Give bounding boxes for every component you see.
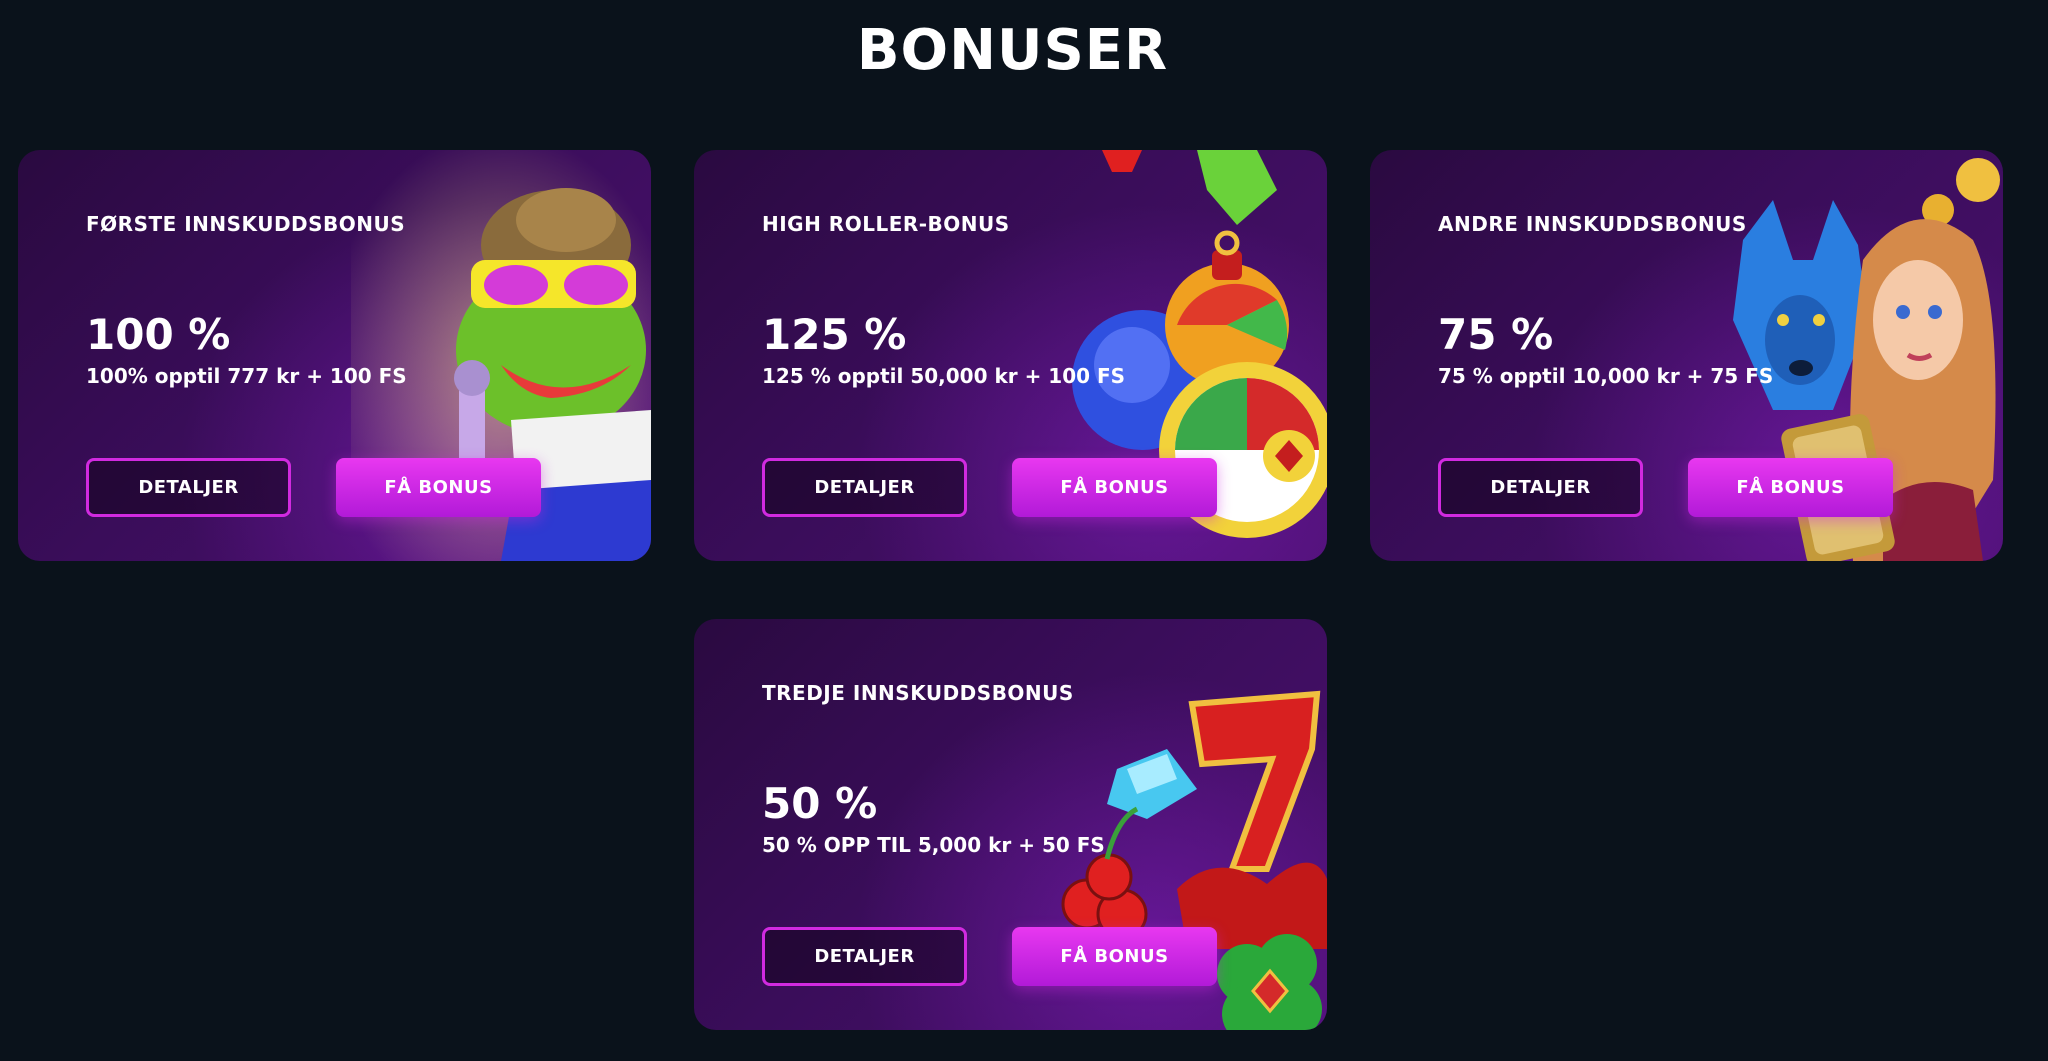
bonus-content: TREDJE INNSKUDDSBONUS 50 % 50 % OPP TIL …: [762, 619, 1322, 1030]
bonus-description: 50 % OPP TIL 5,000 kr + 50 FS: [762, 833, 1105, 857]
page-title: BONUSER: [856, 18, 1169, 83]
bonus-description: 100% opptil 777 kr + 100 FS: [86, 364, 407, 388]
get-bonus-button[interactable]: FÅ BONUS: [1012, 458, 1217, 517]
bonus-description: 125 % opptil 50,000 kr + 100 FS: [762, 364, 1126, 388]
details-button[interactable]: DETALJER: [86, 458, 291, 517]
bonus-name: ANDRE INNSKUDDSBONUS: [1438, 212, 1747, 236]
bonus-name: FØRSTE INNSKUDDSBONUS: [86, 212, 406, 236]
bonus-percent: 75 %: [1438, 310, 1554, 359]
bonus-content: FØRSTE INNSKUDDSBONUS 100 % 100% opptil …: [86, 150, 646, 561]
bonus-percent: 50 %: [762, 779, 878, 828]
details-button[interactable]: DETALJER: [762, 927, 967, 986]
get-bonus-button[interactable]: FÅ BONUS: [1012, 927, 1217, 986]
bonus-card-high-roller: HIGH ROLLER-BONUS 125 % 125 % opptil 50,…: [694, 150, 1327, 561]
bonus-name: TREDJE INNSKUDDSBONUS: [762, 681, 1074, 705]
bonus-name: HIGH ROLLER-BONUS: [762, 212, 1010, 236]
bonus-percent: 125 %: [762, 310, 907, 359]
get-bonus-button[interactable]: FÅ BONUS: [1688, 458, 1893, 517]
get-bonus-button[interactable]: FÅ BONUS: [336, 458, 541, 517]
bonus-content: ANDRE INNSKUDDSBONUS 75 % 75 % opptil 10…: [1438, 150, 1998, 561]
bonus-content: HIGH ROLLER-BONUS 125 % 125 % opptil 50,…: [762, 150, 1322, 561]
details-button[interactable]: DETALJER: [762, 458, 967, 517]
bonus-card-third-deposit: TREDJE INNSKUDDSBONUS 50 % 50 % OPP TIL …: [694, 619, 1327, 1030]
bonus-card-first-deposit: FØRSTE INNSKUDDSBONUS 100 % 100% opptil …: [18, 150, 651, 561]
details-button[interactable]: DETALJER: [1438, 458, 1643, 517]
bonus-card-second-deposit: ANDRE INNSKUDDSBONUS 75 % 75 % opptil 10…: [1370, 150, 2003, 561]
bonus-description: 75 % opptil 10,000 kr + 75 FS: [1438, 364, 1774, 388]
bonus-percent: 100 %: [86, 310, 231, 359]
